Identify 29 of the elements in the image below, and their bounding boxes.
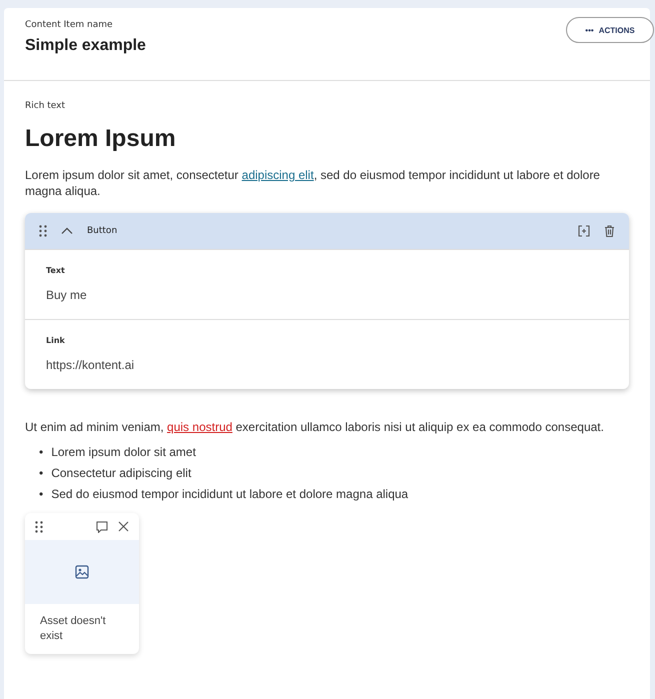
image-icon (75, 565, 89, 579)
asset-message: Asset doesn't exist (39, 614, 107, 644)
paragraph: Ut enim ad minim veniam, quis nostrud exercitation ullamco laboris nisi ut aliquip ex ea commodo consequat. (25, 419, 605, 435)
field-value[interactable]: https://kontent.ai (46, 358, 608, 372)
paragraph: Lorem ipsum dolor sit amet, consectetur adipiscing elit, sed do eiusmod tempor incididunt ut labore et dolore magna aliqua. (25, 167, 601, 199)
link[interactable]: quis nostrud (167, 420, 232, 434)
actions-button[interactable]: ••• ACTIONS (566, 17, 654, 43)
field-label: Text (46, 266, 66, 275)
list-item: Lorem ipsum dolor sit amet (51, 445, 196, 459)
trash-icon[interactable] (604, 225, 615, 237)
field-label: Link (46, 336, 66, 345)
bracket-icon[interactable] (578, 225, 590, 237)
link[interactable]: adipiscing elit (242, 168, 314, 182)
list-item: Sed do eiusmod tempor incididunt ut labore et dolore magna aliqua (51, 487, 408, 501)
field-label: Rich text (25, 101, 66, 111)
field-value[interactable]: Buy me (46, 288, 608, 302)
heading: Lorem Ipsum (25, 125, 177, 153)
bullet: • (39, 466, 44, 480)
item-title: Simple example (25, 37, 147, 55)
close-icon[interactable] (118, 521, 129, 532)
bullet: • (39, 445, 44, 459)
component-title: Button (87, 226, 118, 236)
drag-handle-icon[interactable] (39, 225, 47, 237)
field-label: Content Item name (25, 20, 114, 30)
bullet: • (39, 487, 44, 501)
list-item: Consectetur adipiscing elit (51, 466, 192, 480)
comment-icon[interactable] (96, 520, 108, 532)
drag-handle-icon[interactable] (35, 520, 43, 532)
chevron-icon[interactable] (61, 227, 73, 235)
